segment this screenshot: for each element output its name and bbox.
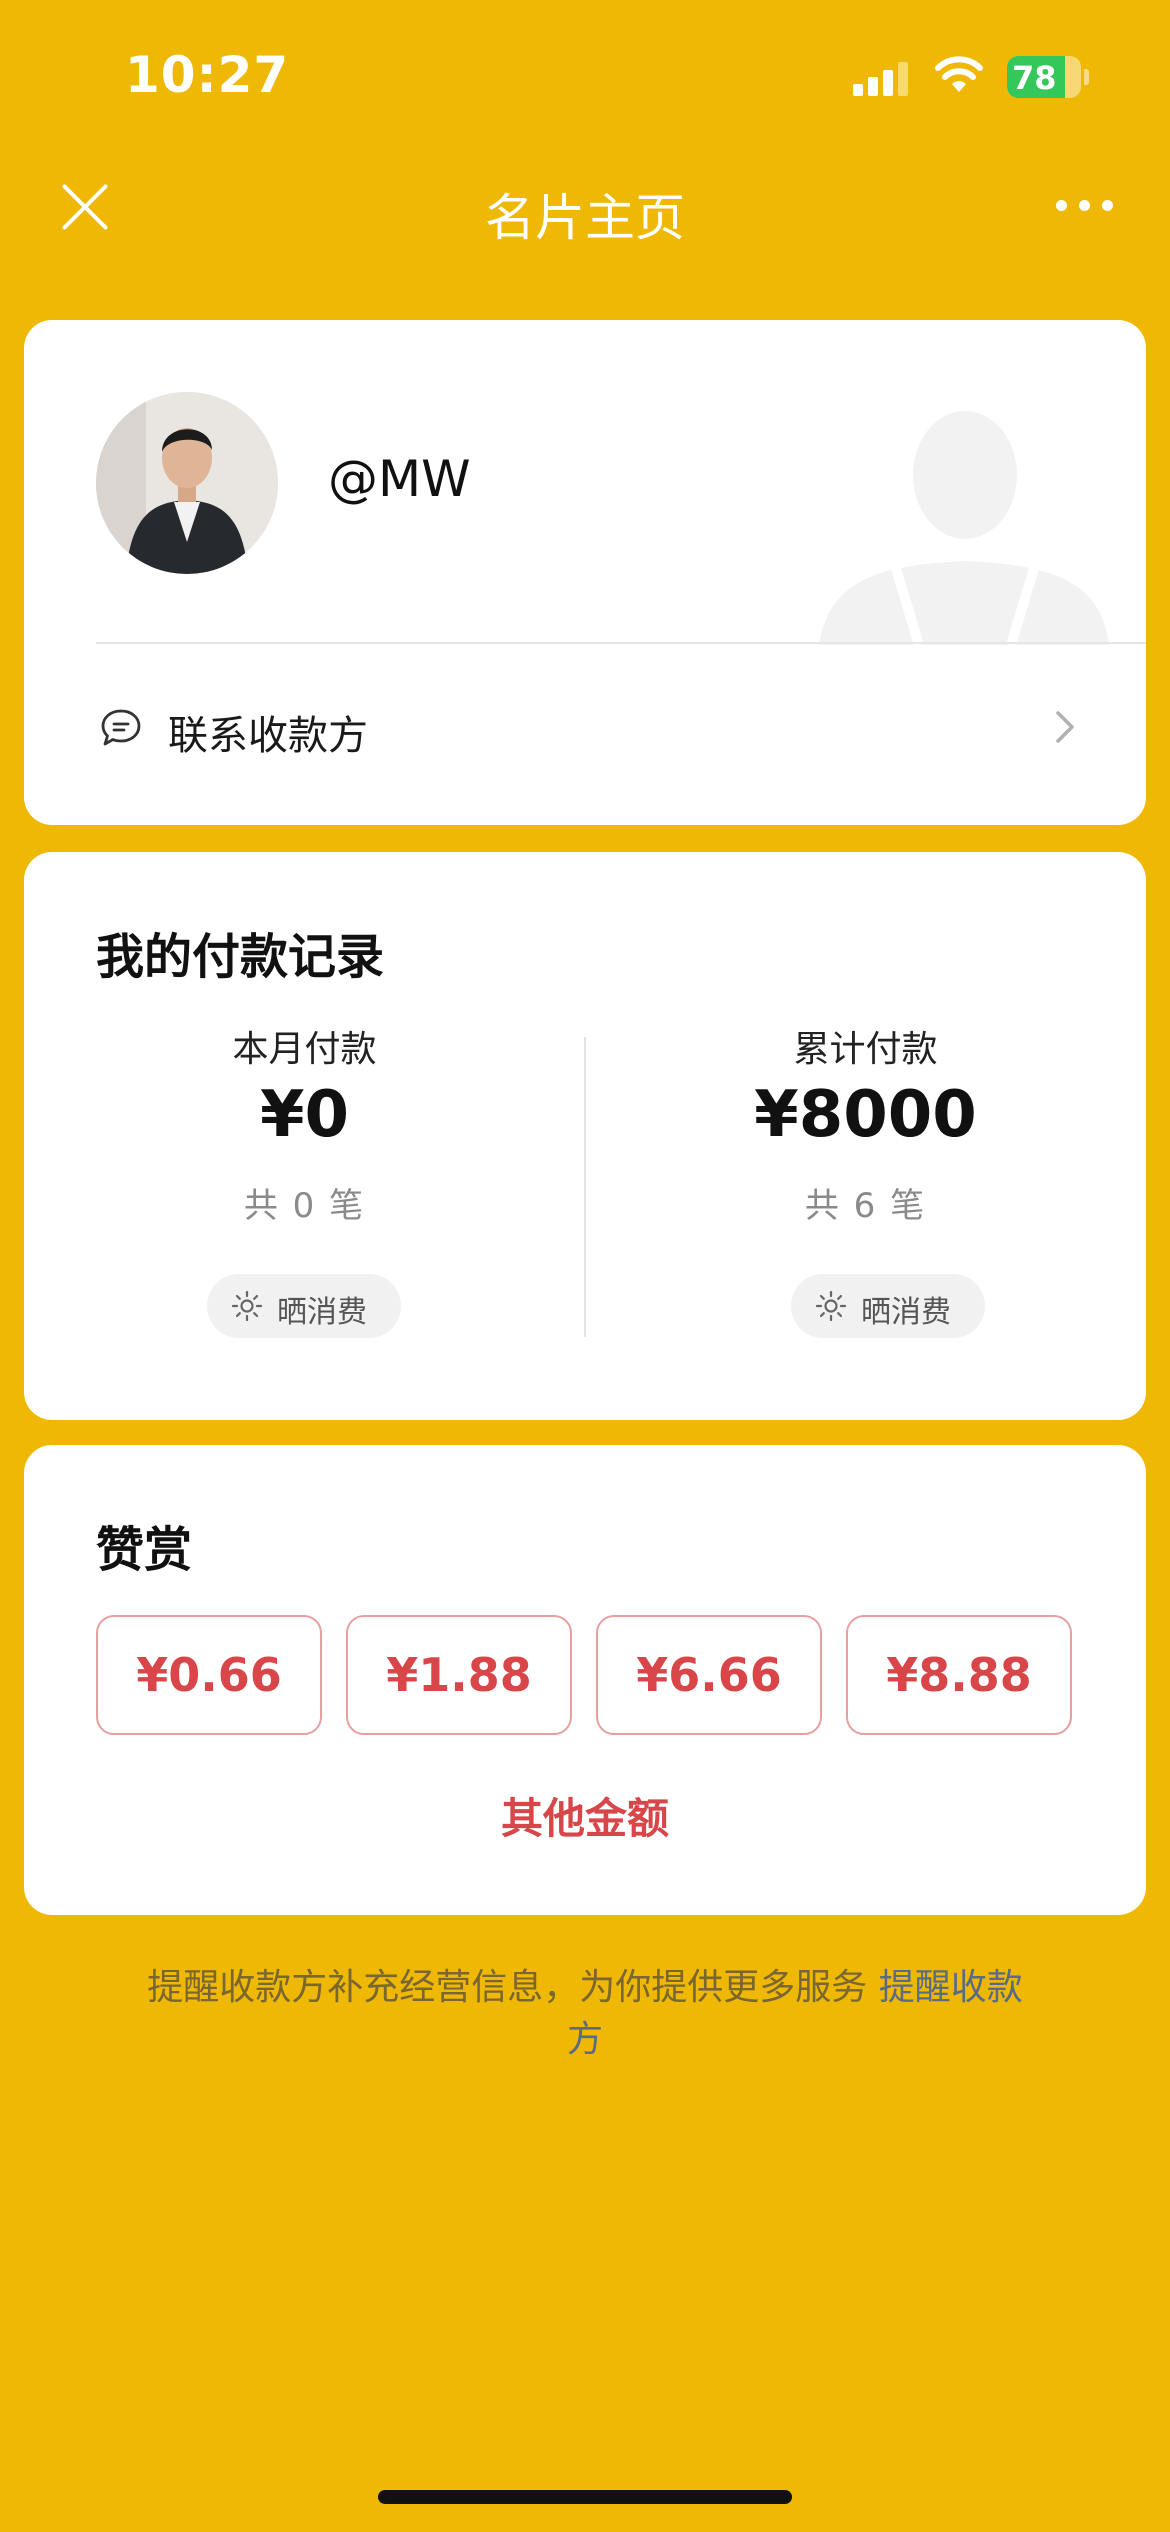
page-title: 名片主页 xyxy=(485,189,685,247)
reward-card: 赞赏 ¥0.66 ¥1.88 ¥6.66 ¥8.88 其他金额 xyxy=(24,1445,1146,1915)
contact-payee-row[interactable]: 联系收款方 xyxy=(24,644,1146,825)
share-spending-label: 晒消费 xyxy=(861,1295,951,1330)
person-silhouette-icon xyxy=(819,411,1109,645)
footer-note: 提醒收款方补充经营信息，为你提供更多服务 提醒收款方 xyxy=(140,1962,1030,2066)
footer-text: 提醒收款方补充经营信息，为你提供更多服务 xyxy=(147,1967,879,2008)
this-month-payment: 本月付款 ¥0 共 0 笔 晒消费 xyxy=(24,1020,585,1380)
sun-icon xyxy=(815,1290,847,1322)
profile-card: @MW 联系收款方 xyxy=(24,320,1146,825)
more-options-icon[interactable] xyxy=(1056,196,1114,216)
wifi-icon xyxy=(935,56,983,92)
other-amount-button[interactable]: 其他金额 xyxy=(24,1785,1146,1846)
battery-icon: 78 xyxy=(1007,56,1089,98)
this-month-count: 共 0 笔 xyxy=(243,1186,366,1226)
status-bar: 10:27 78 xyxy=(0,0,1170,150)
contact-payee-label: 联系收款方 xyxy=(168,713,368,759)
reward-amount-button[interactable]: ¥1.88 xyxy=(346,1615,572,1735)
this-month-label: 本月付款 xyxy=(232,1029,377,1070)
total-amount: ¥8000 xyxy=(754,1078,977,1152)
reward-amount-button[interactable]: ¥0.66 xyxy=(96,1615,322,1735)
cellular-signal-icon xyxy=(853,62,909,96)
total-payment: 累计付款 ¥8000 共 6 笔 晒消费 xyxy=(585,1020,1146,1380)
share-spending-label: 晒消费 xyxy=(277,1295,367,1330)
home-indicator xyxy=(378,2490,792,2504)
records-title: 我的付款记录 xyxy=(96,929,385,985)
share-spending-button[interactable]: 晒消费 xyxy=(791,1274,985,1338)
chat-bubble-icon xyxy=(101,709,141,746)
reward-amount-button[interactable]: ¥8.88 xyxy=(846,1615,1072,1735)
reward-amount-button[interactable]: ¥6.66 xyxy=(596,1615,822,1735)
status-time: 10:27 xyxy=(125,46,290,104)
this-month-amount: ¥0 xyxy=(259,1078,350,1152)
username: @MW xyxy=(328,450,471,508)
nav-bar: 名片主页 xyxy=(0,160,1170,252)
battery-percent: 78 xyxy=(1012,59,1057,97)
total-label: 累计付款 xyxy=(793,1029,938,1070)
chevron-right-icon xyxy=(1056,711,1074,743)
avatar xyxy=(96,392,278,574)
reward-title: 赞赏 xyxy=(96,1522,193,1578)
share-spending-button[interactable]: 晒消费 xyxy=(207,1274,401,1338)
sun-icon xyxy=(231,1290,263,1322)
total-count: 共 6 笔 xyxy=(804,1186,927,1226)
payment-records-card: 我的付款记录 本月付款 ¥0 共 0 笔 晒消费 累计付款 ¥8000 共 6 … xyxy=(24,852,1146,1420)
